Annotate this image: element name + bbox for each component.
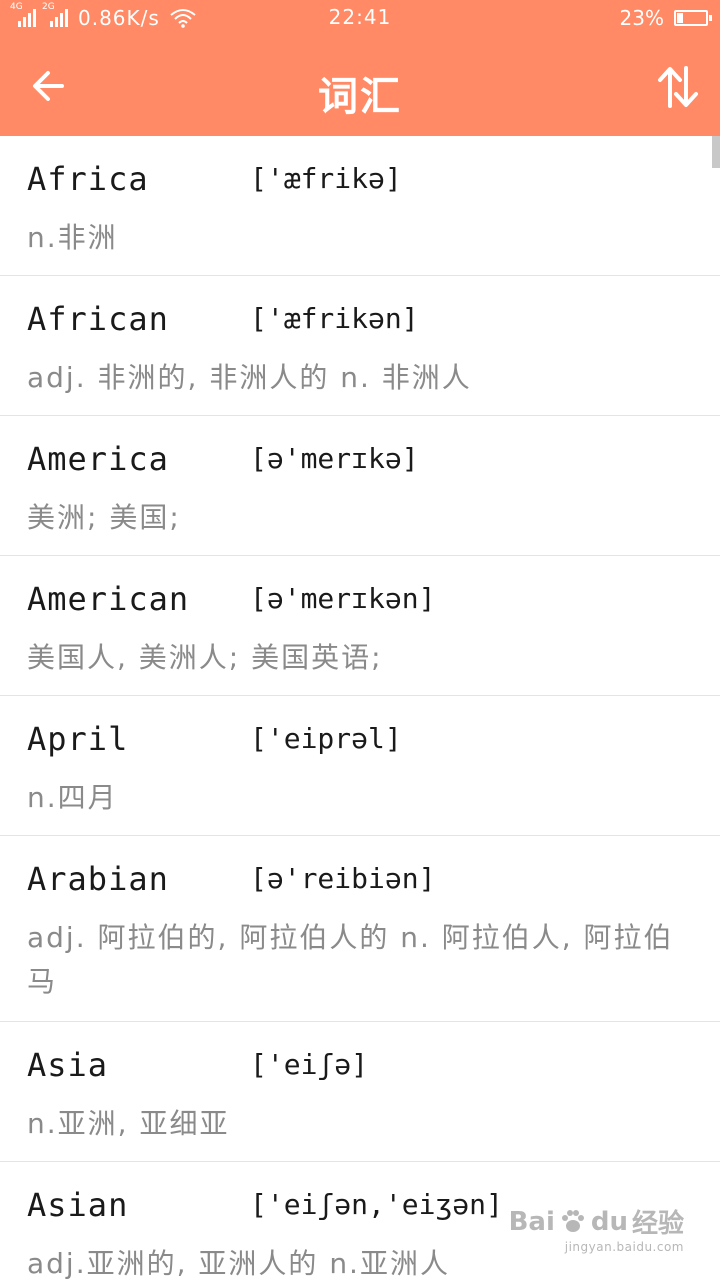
- baidu-watermark: Bai du 经验 jingyan.baidu.com: [508, 1203, 684, 1255]
- meaning-text: n.非洲: [27, 221, 118, 254]
- word-text: America: [27, 440, 169, 478]
- word-text: April: [27, 720, 129, 758]
- list-item[interactable]: Africa ['æfrikə] n.非洲: [0, 136, 720, 276]
- status-bar: 4G 2G 0.86K/s 22:41 23%: [0, 0, 720, 36]
- phonetic-text: [ə'merɪkə]: [250, 442, 419, 475]
- meaning-text: n.亚洲, 亚细亚: [27, 1107, 230, 1140]
- word-text: Africa: [27, 160, 149, 198]
- list-item[interactable]: Arabian [ə'reibiən] adj. 阿拉伯的, 阿拉伯人的 n. …: [0, 836, 720, 1022]
- meaning-text: adj. 非洲的, 非洲人的 n. 非洲人: [27, 361, 472, 394]
- watermark-brand-suffix: du: [590, 1206, 628, 1237]
- page-title: 词汇: [318, 74, 402, 120]
- phonetic-text: ['eiʃən,'eiʒən]: [250, 1188, 503, 1221]
- word-text: Asian: [27, 1186, 129, 1224]
- word-text: Asia: [27, 1046, 109, 1084]
- list-item[interactable]: Asia ['eiʃə] n.亚洲, 亚细亚: [0, 1022, 720, 1162]
- phonetic-text: ['eiprəl]: [250, 722, 402, 755]
- word-text: American: [27, 580, 190, 618]
- sort-arrows-icon[interactable]: [656, 64, 700, 110]
- phonetic-text: ['æfrikə]: [250, 162, 402, 195]
- vocabulary-list[interactable]: Africa ['æfrikə] n.非洲 African ['æfrikən]…: [0, 136, 720, 1280]
- word-text: African: [27, 300, 169, 338]
- phonetic-text: [ə'reibiən]: [250, 862, 436, 895]
- battery-percent: 23%: [619, 6, 664, 30]
- phonetic-text: [ə'merɪkən]: [250, 582, 436, 615]
- phonetic-text: ['eiʃə]: [250, 1048, 369, 1081]
- paw-icon: [561, 1209, 584, 1232]
- watermark-brand: Bai: [508, 1206, 555, 1237]
- scrollbar[interactable]: [712, 136, 720, 168]
- meaning-text: 美国人, 美洲人; 美国英语;: [27, 641, 383, 674]
- meaning-text: 美洲; 美国;: [27, 501, 181, 534]
- battery-level: [677, 13, 683, 23]
- list-item[interactable]: April ['eiprəl] n.四月: [0, 696, 720, 836]
- meaning-text: adj. 阿拉伯的, 阿拉伯人的 n. 阿拉伯人, 阿拉伯马: [27, 921, 674, 998]
- phonetic-text: ['æfrikən]: [250, 302, 419, 335]
- top-bar: 4G 2G 0.86K/s 22:41 23% 词汇: [0, 0, 720, 136]
- status-right: 23%: [619, 6, 712, 30]
- app-bar: 词汇: [0, 36, 720, 136]
- list-item[interactable]: American [ə'merɪkən] 美国人, 美洲人; 美国英语;: [0, 556, 720, 696]
- watermark-url: jingyan.baidu.com: [564, 1240, 684, 1254]
- clock: 22:41: [328, 5, 392, 29]
- watermark-label: 经验: [631, 1209, 684, 1239]
- meaning-text: n.四月: [27, 781, 118, 814]
- battery-icon: [674, 10, 712, 26]
- list-item[interactable]: African ['æfrikən] adj. 非洲的, 非洲人的 n. 非洲人: [0, 276, 720, 416]
- list-item[interactable]: America [ə'merɪkə] 美洲; 美国;: [0, 416, 720, 556]
- word-text: Arabian: [27, 860, 169, 898]
